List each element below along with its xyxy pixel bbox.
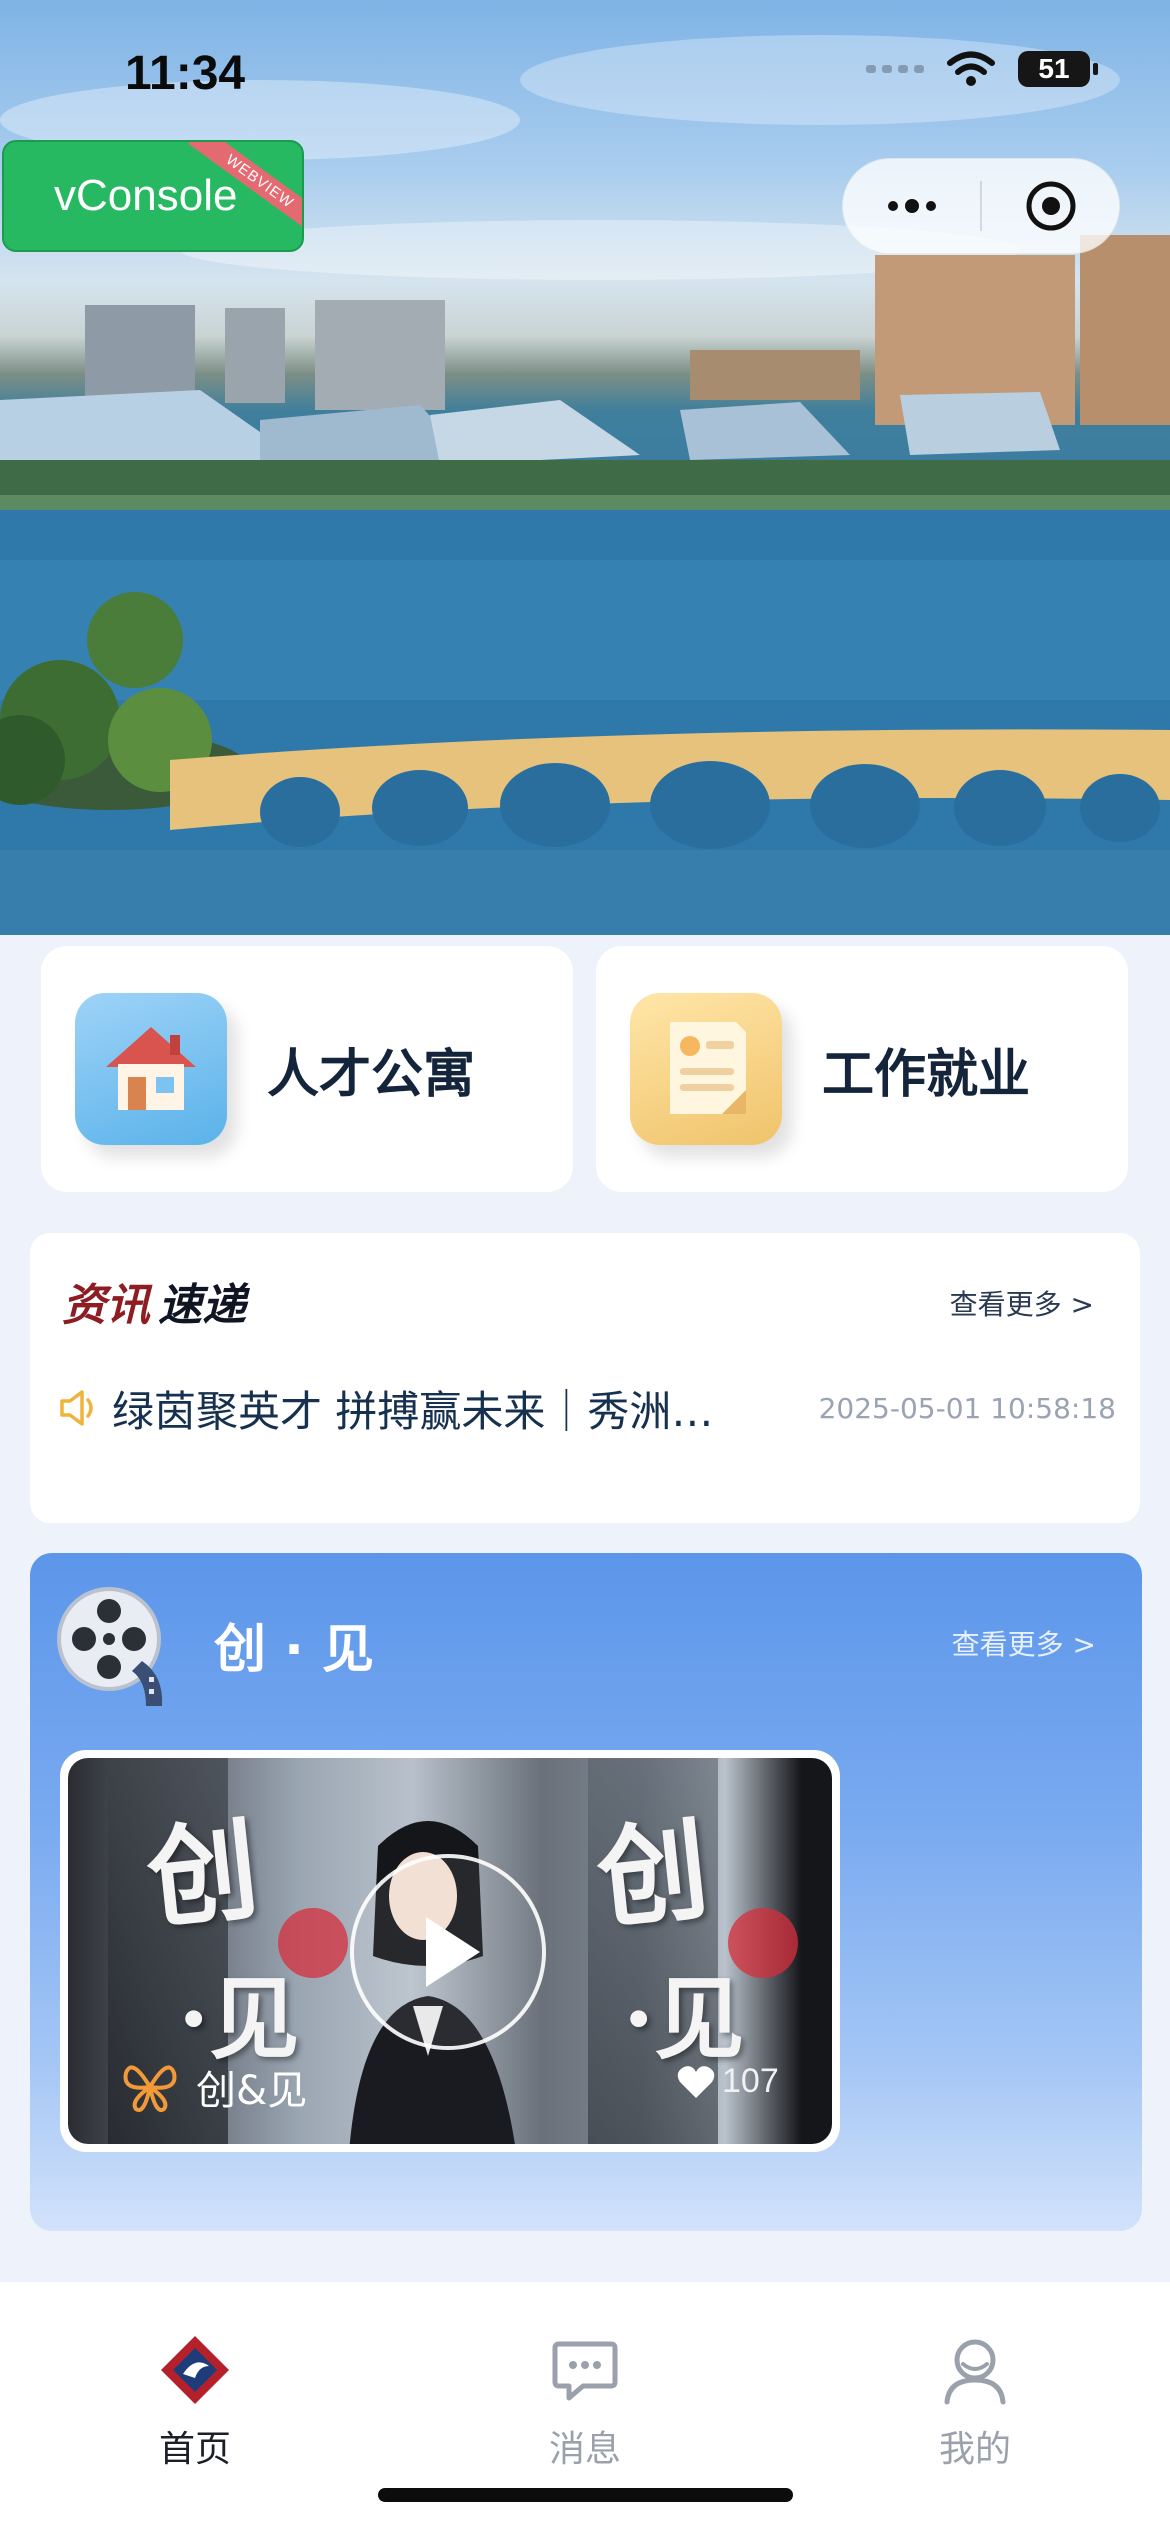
play-button[interactable] <box>350 1854 546 2050</box>
news-item-title: 绿茵聚英才 拼搏赢未来｜秀洲… <box>112 1386 714 1436</box>
cover-calligraphy: 创 <box>591 1804 715 1945</box>
more-menu-button[interactable] <box>843 159 980 253</box>
video-likes: 107 <box>676 2062 779 2101</box>
entry-talent-apartment[interactable]: 人才公寓 <box>41 946 573 1192</box>
home-indicator <box>378 2488 793 2502</box>
cj-more-link[interactable]: 查看更多 > <box>952 1623 1096 1663</box>
cover-calligraphy: ·见 <box>623 1966 745 2072</box>
house-icon <box>75 993 227 1145</box>
status-time: 11:34 <box>125 47 246 100</box>
news-section-title: 资讯 速递 <box>62 1269 246 1333</box>
likes-count: 107 <box>722 2062 779 2100</box>
target-close-icon <box>1026 181 1075 231</box>
news-card: 资讯 速递 查看更多 > 绿茵聚英才 拼搏赢未来｜秀洲… 2025-05-01 1… <box>30 1233 1140 1523</box>
cj-section-title: 创 · 见 <box>214 1620 374 1680</box>
play-icon <box>426 1917 480 1987</box>
vconsole-label: vConsole <box>54 171 238 220</box>
news-title-accent: 资讯 <box>62 1280 150 1331</box>
heart-icon <box>677 2065 715 2098</box>
tab-profile[interactable]: 我的 <box>875 2334 1075 2472</box>
more-dots-icon <box>887 199 936 213</box>
news-title-rest: 速递 <box>158 1280 246 1331</box>
entry-label: 人才公寓 <box>267 1044 476 1105</box>
video-thumbnail: 创 ·见 创 ·见 创&见 107 <box>68 1758 832 2144</box>
home-logo-icon <box>161 2336 229 2404</box>
news-more-link[interactable]: 查看更多 > <box>950 1283 1094 1323</box>
close-miniprogram-button[interactable] <box>982 159 1119 253</box>
status-icons: 51 <box>866 50 1098 88</box>
wifi-icon <box>947 51 995 86</box>
video-brand-name: 创&见 <box>196 2068 308 2114</box>
entry-label: 工作就业 <box>822 1044 1031 1105</box>
speaker-icon <box>60 1390 93 1426</box>
status-bar: 11:34 51 <box>0 0 1170 150</box>
news-item[interactable]: 绿茵聚英才 拼搏赢未来｜秀洲… 2025-05-01 10:58:18 <box>56 1373 1116 1443</box>
cj-section: 创 · 见 查看更多 > 创 ·见 创 ·见 创&见 107 <box>30 1553 1142 2231</box>
vconsole-button[interactable]: vConsole WEBVIEW <box>2 140 304 252</box>
tab-label: 消息 <box>548 2429 621 2470</box>
news-item-time: 2025-05-01 10:58:18 <box>818 1391 1116 1425</box>
cover-calligraphy: ·见 <box>178 1966 300 2072</box>
tab-home[interactable]: 首页 <box>95 2334 295 2472</box>
tab-label: 首页 <box>158 2429 231 2470</box>
tab-label: 我的 <box>938 2429 1011 2470</box>
hero-banner: 11:34 51 vConsole WEBVIEW <box>0 0 1170 935</box>
cover-calligraphy: 创 <box>141 1804 265 1945</box>
chat-bubble-icon <box>552 2341 618 2401</box>
miniprogram-capsule <box>842 158 1120 254</box>
document-icon <box>630 993 782 1145</box>
film-reel-icon <box>57 1587 163 1706</box>
video-brand: 创&见 <box>122 2058 307 2116</box>
tab-messages[interactable]: 消息 <box>485 2334 685 2472</box>
battery-icon: 51 <box>1018 51 1098 87</box>
cellular-signal-icon <box>866 65 924 73</box>
video-card[interactable]: 创 ·见 创 ·见 创&见 107 <box>60 1750 840 2152</box>
entry-employment[interactable]: 工作就业 <box>596 946 1128 1192</box>
user-profile-icon <box>944 2339 1006 2405</box>
butterfly-logo-icon <box>123 2065 177 2112</box>
